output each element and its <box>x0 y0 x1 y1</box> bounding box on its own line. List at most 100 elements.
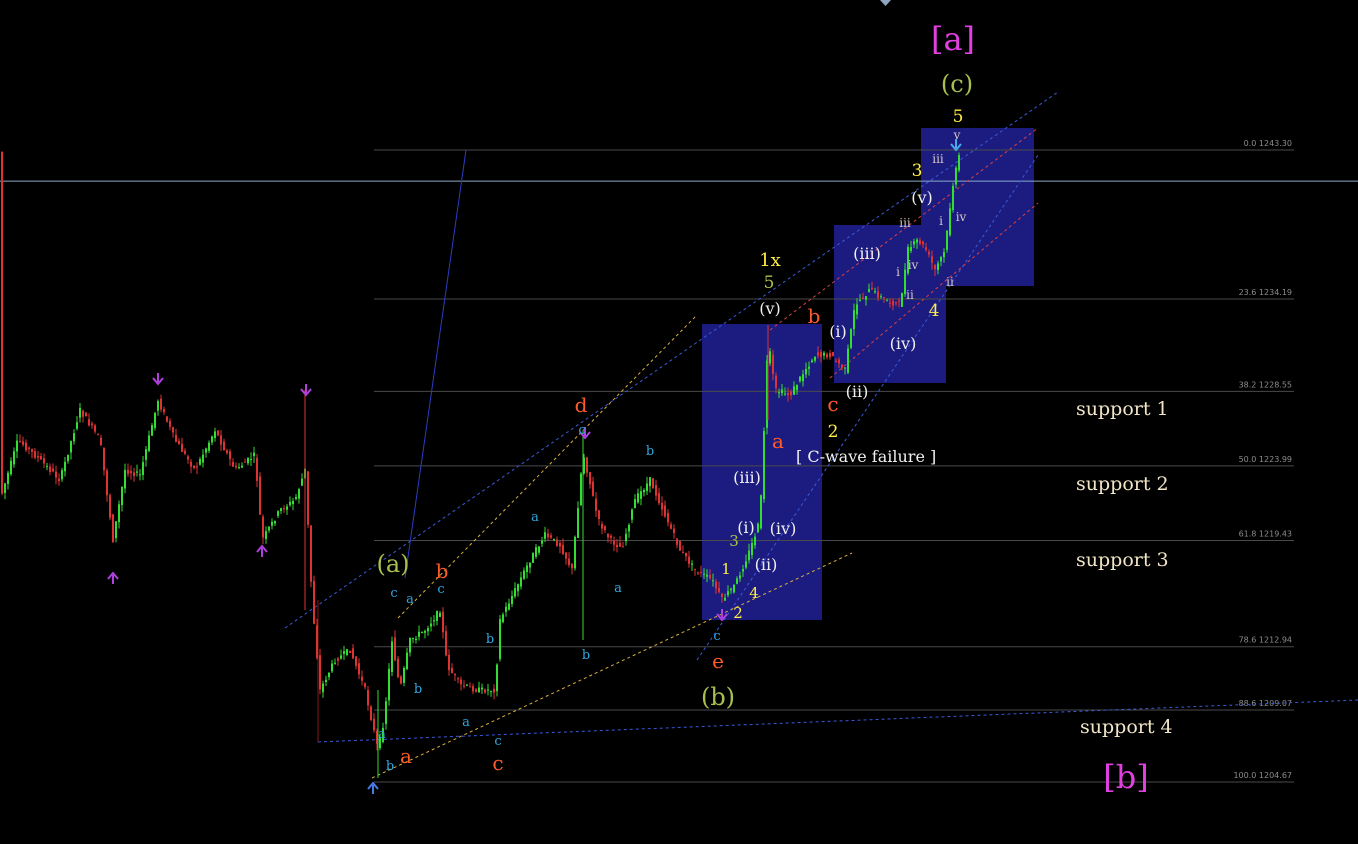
candle <box>1 151 3 496</box>
wave-label-sub: b <box>386 759 394 774</box>
candle <box>763 427 765 503</box>
wave-label-corrective: a <box>772 429 784 453</box>
candle <box>760 494 762 530</box>
wave-label-sub: b <box>414 682 422 697</box>
wave-label-subminuette: ii <box>946 275 954 289</box>
wave-label-subminuette: i <box>896 265 900 279</box>
wave-label-sub: c <box>437 582 444 597</box>
wave-label-minor: 2 <box>828 422 839 442</box>
fib-level-label: 50.0 1223.99 <box>1239 455 1292 464</box>
candle <box>313 575 315 625</box>
candle <box>499 615 501 662</box>
wave-label-minute: (iv) <box>890 334 917 353</box>
candle <box>109 493 111 521</box>
wave-label-sub: b <box>582 648 590 663</box>
elliott-wave-chart: 0.0 1243.30 23.6 1234.19 38.2 1228.55 50.0 … <box>0 0 1358 844</box>
candle <box>847 344 849 375</box>
wave-label-subminuette: ii <box>906 288 914 302</box>
support-2-label: support 2 <box>1076 473 1169 495</box>
candle <box>733 584 735 594</box>
candle <box>574 535 576 571</box>
wave-label-sub: a <box>462 715 470 730</box>
wave-label-sub: c <box>578 423 585 438</box>
candle <box>952 182 954 213</box>
candle <box>832 351 834 357</box>
wave-label-minute: (i) <box>737 518 755 537</box>
wave-label-minute: (iii) <box>733 468 761 487</box>
wave-label-corrective: c <box>492 751 503 775</box>
wave-label-primary: [b] <box>1103 758 1148 796</box>
wave-label-intermediate: (b) <box>701 683 735 711</box>
wave-label-sub: c <box>390 586 397 601</box>
projection-box <box>702 324 822 620</box>
wave-label-subminuette: iv <box>956 210 967 224</box>
wave-label-minor: 3 <box>912 161 923 181</box>
wave-label-subminuette: iv <box>908 258 919 272</box>
candle <box>259 472 261 516</box>
candle <box>397 655 399 679</box>
support-4-label: support 4 <box>1080 716 1173 738</box>
wave-label-subminuette: iii <box>932 152 944 166</box>
wave-label-sub: b <box>646 444 654 459</box>
wave-label-minor: 1 <box>721 560 731 578</box>
wave-label-minute: (v) <box>911 188 933 207</box>
wave-label-corrective: e <box>712 649 724 673</box>
wave-label-sub: c <box>494 734 501 749</box>
candle <box>388 663 390 706</box>
candle <box>310 525 312 588</box>
candle <box>652 477 654 489</box>
candle <box>391 636 393 677</box>
candle <box>307 471 309 529</box>
wave-label-sub: a <box>406 592 414 607</box>
wave-label-corrective: c <box>827 392 838 416</box>
wave-label-sub: b <box>486 632 494 647</box>
wave-label-minor: 5 <box>764 273 775 293</box>
wave-label-subminuette: v <box>953 128 961 142</box>
wave-label-minor: 4 <box>929 301 940 321</box>
candle <box>901 292 903 307</box>
candle <box>679 540 681 552</box>
fib-level-label: 61.8 1219.43 <box>1239 530 1292 539</box>
candle <box>958 152 960 173</box>
wave-label-minute: (ii) <box>846 382 869 401</box>
wave-label-primary: [a] <box>931 20 975 58</box>
wave-label-corrective: b <box>436 559 449 583</box>
wave-label-sub: c <box>713 629 720 644</box>
fib-level-label: 38.2 1228.55 <box>1239 380 1292 389</box>
wave-label-minute: (iv) <box>770 519 797 538</box>
fib-level-label: 0.0 1243.30 <box>1244 139 1292 148</box>
candle <box>850 328 852 350</box>
wave-label-corrective: b <box>808 304 821 328</box>
wave-label-minute: (ii) <box>755 555 778 574</box>
wave-label-sub: a <box>378 727 386 742</box>
candle <box>580 471 582 507</box>
wave-label-subminuette: i <box>939 214 943 228</box>
fib-level-label: 23.6 1234.19 <box>1239 288 1292 297</box>
candle <box>349 650 351 654</box>
wave-label-minor: 5 <box>953 107 964 127</box>
wave-label-minute: (v) <box>759 299 781 318</box>
candle <box>85 411 87 417</box>
candle <box>112 513 114 543</box>
support-1-label: support 1 <box>1076 398 1169 420</box>
wave-label-minor: 1x <box>759 250 781 271</box>
fib-level-label: 100.0 1204.67 <box>1233 771 1292 780</box>
candle <box>319 648 321 695</box>
support-3-label: support 3 <box>1076 549 1169 571</box>
wave-label-subminuette: iii <box>899 216 911 230</box>
c-wave-failure-annotation: [ C-wave failure ] <box>796 447 936 466</box>
wave-label-corrective: d <box>575 393 588 417</box>
wave-label-minute: (i) <box>829 322 847 341</box>
wave-label-intermediate: (c) <box>941 70 973 98</box>
candle <box>757 522 759 533</box>
wave-label-minor: 4 <box>749 584 759 602</box>
wave-label-minor: 2 <box>733 604 743 622</box>
candle <box>946 230 948 253</box>
wave-label-corrective: a <box>400 744 412 768</box>
fib-level-label: 78.6 1212.94 <box>1239 636 1292 645</box>
wave-label-sub: a <box>614 581 622 596</box>
candle <box>370 705 372 722</box>
wave-label-minute: (iii) <box>853 244 881 263</box>
wave-label-intermediate: (a) <box>376 550 409 578</box>
wave-label-sub: a <box>531 510 539 525</box>
